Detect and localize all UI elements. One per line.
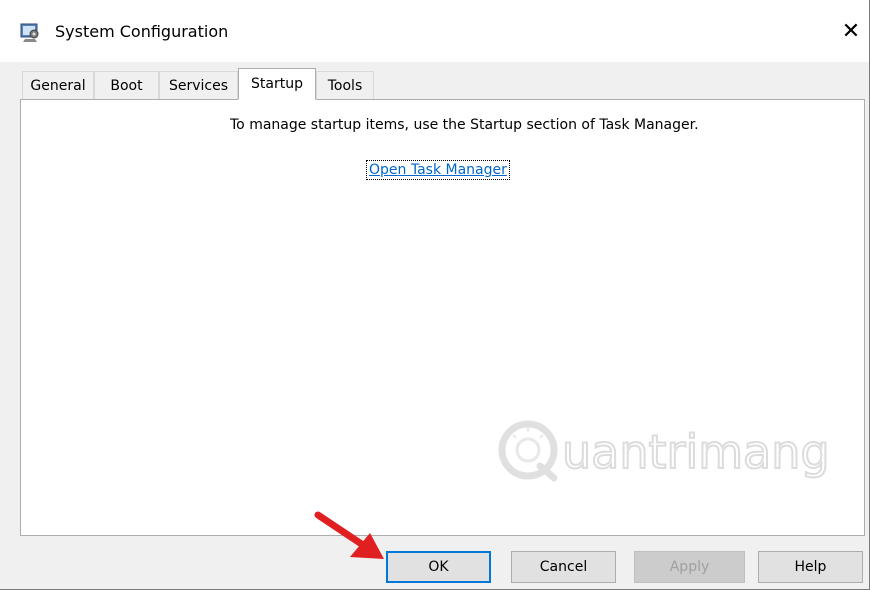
close-button[interactable]: ✕ xyxy=(832,14,870,50)
cancel-button[interactable]: Cancel xyxy=(511,551,616,583)
watermark-text: uantrimang xyxy=(562,425,830,479)
window-title: System Configuration xyxy=(55,22,229,41)
tab-services[interactable]: Services xyxy=(159,71,238,99)
close-icon: ✕ xyxy=(841,19,861,44)
startup-info-text: To manage startup items, use the Startup… xyxy=(230,117,699,133)
system-configuration-window: System Configuration ✕ General Boot Serv… xyxy=(0,0,870,590)
ok-button[interactable]: OK xyxy=(386,551,491,583)
apply-button[interactable]: Apply xyxy=(634,551,745,583)
msconfig-icon xyxy=(20,23,39,42)
title-bar: System Configuration ✕ xyxy=(0,0,869,62)
red-arrow-icon xyxy=(314,511,384,559)
tab-general[interactable]: General xyxy=(22,71,94,99)
tab-boot[interactable]: Boot xyxy=(94,71,159,99)
quantrimang-watermark: uantrimang xyxy=(498,420,831,482)
open-task-manager-link[interactable]: Open Task Manager xyxy=(366,160,510,180)
tab-startup[interactable]: Startup xyxy=(238,68,316,100)
help-button[interactable]: Help xyxy=(758,551,863,583)
tab-tools[interactable]: Tools xyxy=(316,71,374,99)
